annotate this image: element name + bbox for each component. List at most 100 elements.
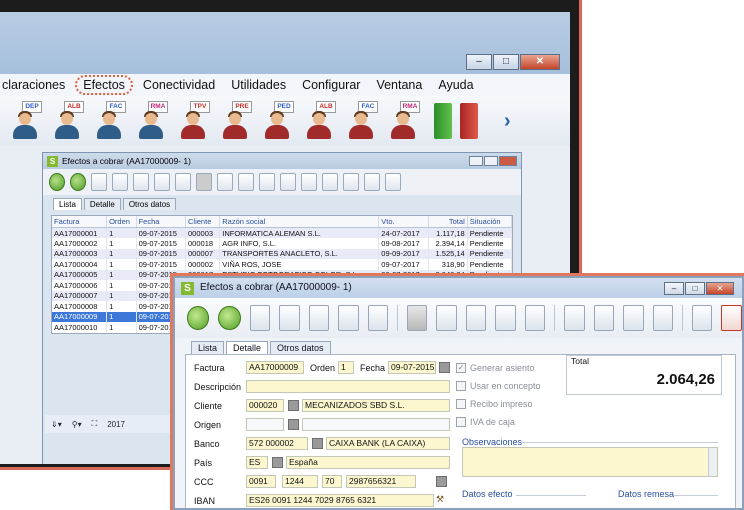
column-header[interactable]: Vto.	[378, 216, 429, 228]
edit-icon[interactable]	[112, 173, 128, 191]
column-header[interactable]: Cliente	[185, 216, 221, 228]
list-minimize-button[interactable]	[469, 156, 483, 166]
pais-lookup-icon[interactable]	[272, 457, 283, 468]
column-header[interactable]: Situación	[467, 216, 513, 228]
forward-icon[interactable]	[218, 306, 241, 330]
column-header[interactable]: Factura	[52, 216, 108, 228]
menu-item-ayuda[interactable]: Ayuda	[430, 78, 481, 92]
toolbar-tpv-button[interactable]: TPV	[178, 101, 212, 141]
red-binder-icon[interactable]	[460, 103, 478, 139]
tab-otros-datos[interactable]: Otros datos	[270, 341, 331, 354]
column-header[interactable]: Total	[428, 216, 468, 228]
check-icon[interactable]	[217, 173, 233, 191]
ccc-entidad-field[interactable]: 0091	[246, 475, 276, 488]
user-icon[interactable]	[652, 305, 674, 331]
tab-otros-datos[interactable]: Otros datos	[122, 198, 177, 210]
origen-name-field[interactable]	[302, 418, 450, 431]
cliente-name-field[interactable]: MECANIZADOS SBD S.L.	[302, 399, 450, 412]
export-icon[interactable]	[343, 173, 359, 191]
sort-down-icon[interactable]: ⇓▾	[51, 420, 62, 429]
detail-maximize-button[interactable]: □	[685, 281, 705, 295]
disabled-icon[interactable]	[196, 173, 212, 191]
column-header[interactable]: Fecha	[136, 216, 187, 228]
table-row[interactable]: AA17000004 1 09-07-2015 000002 VIÑA ROS, JOS…	[52, 259, 513, 270]
search-icon[interactable]	[259, 173, 275, 191]
globe-icon[interactable]	[593, 305, 615, 331]
recibo-impreso-checkbox[interactable]	[456, 399, 466, 409]
column-header[interactable]: Razón social	[219, 216, 380, 228]
tab-lista[interactable]: Lista	[191, 341, 225, 354]
back-icon[interactable]	[187, 306, 210, 330]
menu-item-declaraciones[interactable]: claraciones	[0, 78, 73, 92]
menu-item-conectividad[interactable]: Conectividad	[135, 78, 223, 92]
menu-item-efectos[interactable]: Efectos	[75, 75, 133, 95]
green-binder-icon[interactable]	[434, 103, 452, 139]
new-icon[interactable]	[249, 305, 271, 331]
menu-item-configurar[interactable]: Configurar	[294, 78, 368, 92]
fecha-field[interactable]: 09-07-2015	[388, 361, 436, 374]
check-icon[interactable]	[436, 305, 457, 331]
toolbar-dep-button[interactable]: DEP	[10, 101, 44, 141]
copy-icon[interactable]	[338, 305, 359, 331]
ccc-lookup-icon[interactable]	[436, 476, 447, 487]
menu-item-utilidades[interactable]: Utilidades	[223, 78, 294, 92]
search-icon[interactable]	[495, 305, 516, 331]
close-window-icon[interactable]	[721, 305, 742, 331]
table-row[interactable]: AA17000003 1 09-07-2015 000007 TRANSPORTES A…	[52, 248, 513, 259]
document-icon[interactable]	[238, 173, 254, 191]
user-icon[interactable]	[364, 173, 380, 191]
find-icon[interactable]	[301, 173, 317, 191]
cliente-lookup-icon[interactable]	[288, 400, 299, 411]
toolbar-pre-button[interactable]: PRE	[220, 101, 254, 141]
menu-item-ventana[interactable]: Ventana	[368, 78, 430, 92]
observaciones-textarea[interactable]	[462, 447, 718, 477]
pais-code-field[interactable]: ES	[246, 456, 268, 469]
delete-icon[interactable]	[133, 173, 149, 191]
detail-minimize-button[interactable]: –	[664, 281, 684, 295]
close-window-icon[interactable]	[385, 173, 401, 191]
toolbar-more-arrow-icon[interactable]: ›	[504, 110, 511, 133]
observaciones-scrollbar[interactable]	[708, 448, 717, 476]
table-row[interactable]: AA17000001 1 09-07-2015 000003 INFORMATICA A…	[52, 227, 513, 238]
globe-icon[interactable]	[322, 173, 338, 191]
toolbar-ped-button[interactable]: PED	[262, 101, 296, 141]
delete-icon[interactable]	[308, 305, 330, 331]
print-icon[interactable]	[367, 305, 388, 331]
maximize-button[interactable]: □	[493, 54, 519, 70]
print-icon[interactable]	[175, 173, 191, 191]
edit-icon[interactable]	[279, 305, 300, 331]
ccc-dc-field[interactable]: 70	[322, 475, 342, 488]
tab-detalle[interactable]: Detalle	[83, 198, 121, 210]
banco-lookup-icon[interactable]	[312, 438, 323, 449]
export-icon[interactable]	[623, 305, 644, 331]
cliente-code-field[interactable]: 000020	[246, 399, 284, 412]
orden-field[interactable]: 1	[338, 361, 354, 374]
iva-de-caja-checkbox[interactable]	[456, 417, 466, 427]
binoculars-icon[interactable]: ⛶	[92, 419, 98, 429]
list-maximize-button[interactable]	[484, 156, 498, 166]
new-icon[interactable]	[91, 173, 107, 191]
iban-field[interactable]: ES26 0091 1244 7029 8765 6321	[246, 494, 434, 507]
tab-detalle[interactable]: Detalle	[226, 341, 269, 354]
forward-icon[interactable]	[70, 173, 86, 191]
calendar-icon[interactable]	[439, 362, 450, 373]
usar-en-concepto-checkbox[interactable]	[456, 381, 466, 391]
find-icon[interactable]	[564, 305, 585, 331]
detail-close-button[interactable]: ✕	[706, 281, 734, 295]
back-icon[interactable]	[49, 173, 65, 191]
origen-lookup-icon[interactable]	[288, 419, 299, 430]
descripcion-field[interactable]	[246, 380, 450, 393]
notes-icon[interactable]	[691, 305, 713, 331]
tab-lista[interactable]: Lista	[53, 198, 82, 210]
disabled-icon[interactable]	[406, 305, 428, 331]
origen-code-field[interactable]	[246, 418, 284, 431]
copy-icon[interactable]	[154, 173, 170, 191]
ccc-cuenta-field[interactable]: 2987656321	[346, 475, 416, 488]
ccc-oficina-field[interactable]: 1244	[282, 475, 318, 488]
column-header[interactable]: Orden	[106, 216, 137, 228]
minimize-button[interactable]: –	[466, 54, 492, 70]
banco-code-field[interactable]: 572 000002	[246, 437, 308, 450]
list-close-button[interactable]	[499, 156, 517, 166]
toolbar-fac-button[interactable]: FAC	[94, 101, 128, 141]
preview-icon[interactable]	[280, 173, 296, 191]
